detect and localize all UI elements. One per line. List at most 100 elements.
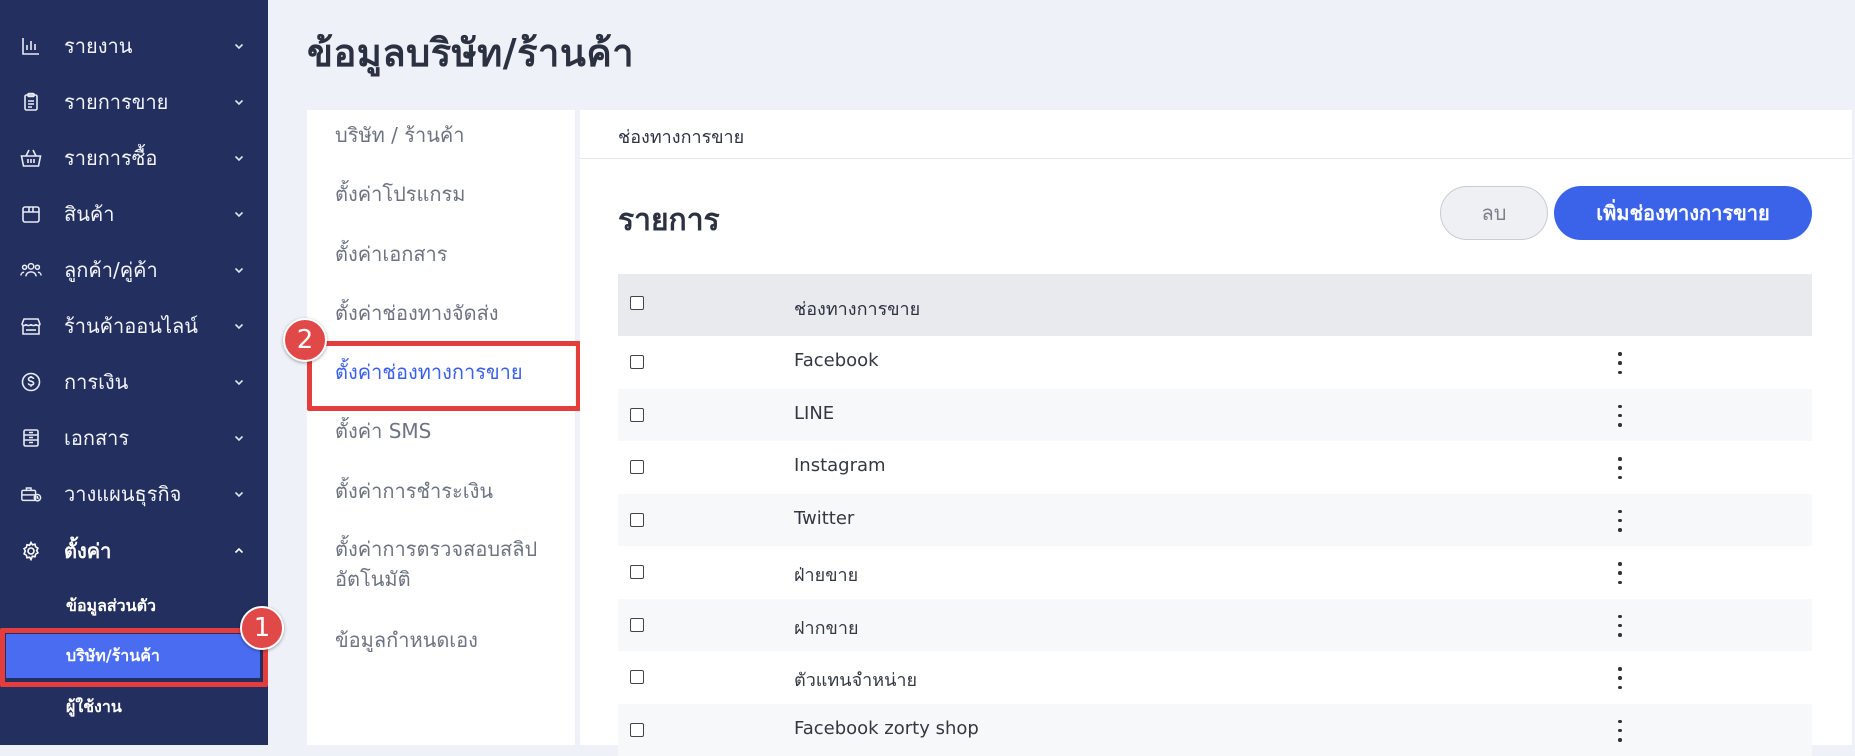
- table-row: Twitter: [618, 494, 1812, 547]
- sales-channel-panel: ช่องทางการขาย รายการ ลบ เพิ่มช่องทางการข…: [580, 110, 1852, 745]
- table-row: LINE: [618, 389, 1812, 442]
- row-checkbox[interactable]: [630, 565, 644, 579]
- table-row: Facebook zorty shop: [618, 704, 1812, 756]
- channel-name: ฝากขาย: [794, 613, 859, 642]
- more-options-icon[interactable]: [1614, 352, 1626, 374]
- list-title: รายการ: [618, 197, 720, 244]
- sidebar-item-finance[interactable]: การเงิน: [0, 354, 268, 410]
- table-header: ช่องทางการขาย: [618, 274, 1812, 336]
- channel-name: Facebook zorty shop: [794, 718, 979, 739]
- sidebar-item-label: รายการซื้อ: [64, 142, 157, 174]
- sidebar-item-label: เอกสาร: [64, 422, 129, 454]
- more-options-icon[interactable]: [1614, 667, 1626, 689]
- highlight-box-sales-channel: [307, 341, 581, 411]
- sidebar-item-customers[interactable]: ลูกค้า/คู่ค้า: [0, 242, 268, 298]
- more-options-icon[interactable]: [1614, 457, 1626, 479]
- sidebar-item-label: ร้านค้าออนไลน์: [64, 310, 198, 342]
- clipboard-icon: [20, 91, 42, 113]
- sidebar-subitem-label: ผู้ใช้งาน: [66, 695, 122, 720]
- panel-header: ช่องทางการขาย: [580, 110, 1852, 159]
- chevron-up-icon: [232, 544, 246, 558]
- chevron-down-icon: [232, 263, 246, 277]
- briefcase-icon: [20, 483, 42, 505]
- sidebar-item-label: ลูกค้า/คู่ค้า: [64, 254, 158, 286]
- dollar-icon: [20, 371, 42, 393]
- settings-item-sms[interactable]: ตั้งค่า SMS: [335, 416, 565, 446]
- settings-item-program[interactable]: ตั้งค่าโปรแกรม: [335, 179, 565, 209]
- sidebar-item-online-store[interactable]: ร้านค้าออนไลน์: [0, 298, 268, 354]
- panel-header-title: ช่องทางการขาย: [618, 122, 744, 151]
- chevron-down-icon: [232, 207, 246, 221]
- sidebar-item-label: สินค้า: [64, 198, 115, 230]
- table-row: ตัวแทนจำหน่าย: [618, 651, 1812, 704]
- chevron-down-icon: [232, 319, 246, 333]
- sidebar-item-settings[interactable]: ตั้งค่า: [0, 523, 268, 579]
- sidebar-item-label: รายการขาย: [64, 86, 168, 118]
- sidebar-item-label: การเงิน: [64, 366, 128, 398]
- chevron-down-icon: [232, 95, 246, 109]
- step-badge-1: 1: [240, 606, 284, 650]
- settings-item-payment[interactable]: ตั้งค่าการชำระเงิน: [335, 476, 565, 506]
- row-checkbox[interactable]: [630, 460, 644, 474]
- select-all-checkbox[interactable]: [630, 296, 644, 310]
- chevron-down-icon: [232, 487, 246, 501]
- sidebar-item-sales[interactable]: รายการขาย: [0, 74, 268, 130]
- more-options-icon[interactable]: [1614, 405, 1626, 427]
- channel-name: Facebook: [794, 350, 879, 371]
- add-sales-channel-button[interactable]: เพิ่มช่องทางการขาย: [1554, 186, 1812, 240]
- basket-icon: [20, 147, 42, 169]
- gear-icon: [20, 540, 42, 562]
- channel-name: Twitter: [794, 508, 854, 529]
- sidebar-item-documents[interactable]: เอกสาร: [0, 410, 268, 466]
- sidebar-item-label: วางแผนธุรกิจ: [64, 478, 181, 510]
- settings-item-documents[interactable]: ตั้งค่าเอกสาร: [335, 239, 565, 269]
- row-checkbox[interactable]: [630, 408, 644, 422]
- channel-name: Instagram: [794, 455, 886, 476]
- step-badge-2: 2: [283, 318, 327, 362]
- settings-item-shipping[interactable]: ตั้งค่าช่องทางจัดส่ง: [335, 298, 565, 328]
- chevron-down-icon: [232, 375, 246, 389]
- settings-item-slip-verification[interactable]: ตั้งค่าการตรวจสอบสลิปอัตโนมัติ: [335, 534, 565, 594]
- row-checkbox[interactable]: [630, 513, 644, 527]
- table-row: Facebook: [618, 336, 1812, 389]
- more-options-icon[interactable]: [1614, 562, 1626, 584]
- settings-item-custom-data[interactable]: ข้อมูลกำหนดเอง: [335, 625, 565, 655]
- channel-name: LINE: [794, 403, 834, 424]
- store-icon: [20, 315, 42, 337]
- highlight-box-company: [0, 628, 268, 687]
- page-title: ข้อมูลบริษัท/ร้านค้า: [307, 22, 634, 83]
- more-options-icon[interactable]: [1614, 615, 1626, 637]
- sales-channel-table: ช่องทางการขาย Facebook LINE Instagram Tw…: [618, 274, 1812, 756]
- table-row: ฝ่ายขาย: [618, 546, 1812, 599]
- chevron-down-icon: [232, 151, 246, 165]
- sidebar-item-reports[interactable]: รายงาน: [0, 18, 268, 74]
- channel-name: ฝ่ายขาย: [794, 560, 858, 589]
- channel-name: ตัวแทนจำหน่าย: [794, 665, 917, 694]
- sidebar-subitem-users[interactable]: ผู้ใช้งาน: [0, 684, 268, 730]
- delete-button[interactable]: ลบ: [1440, 186, 1548, 240]
- sidebar-item-purchases[interactable]: รายการซื้อ: [0, 130, 268, 186]
- sidebar-item-label: รายงาน: [64, 30, 132, 62]
- bar-chart-icon: [20, 35, 42, 57]
- table-row: ฝากขาย: [618, 599, 1812, 652]
- document-icon: [20, 427, 42, 449]
- settings-item-company[interactable]: บริษัท / ร้านค้า: [335, 120, 565, 150]
- row-checkbox[interactable]: [630, 670, 644, 684]
- row-checkbox[interactable]: [630, 355, 644, 369]
- table-row: Instagram: [618, 441, 1812, 494]
- sidebar-item-label: ตั้งค่า: [64, 535, 111, 567]
- sidebar-item-business-plan[interactable]: วางแผนธุรกิจ: [0, 466, 268, 522]
- chevron-down-icon: [232, 431, 246, 445]
- users-icon: [20, 259, 42, 281]
- sidebar-subitem-personal-info[interactable]: ข้อมูลส่วนตัว: [0, 583, 268, 629]
- box-icon: [20, 203, 42, 225]
- sidebar-item-products[interactable]: สินค้า: [0, 186, 268, 242]
- row-checkbox[interactable]: [630, 618, 644, 632]
- column-header-channel: ช่องทางการขาย: [794, 294, 920, 323]
- chevron-down-icon: [232, 39, 246, 53]
- settings-menu: บริษัท / ร้านค้า ตั้งค่าโปรแกรม ตั้งค่าเ…: [307, 110, 575, 745]
- more-options-icon[interactable]: [1614, 720, 1626, 742]
- sidebar-subitem-label: ข้อมูลส่วนตัว: [66, 594, 156, 619]
- row-checkbox[interactable]: [630, 723, 644, 737]
- more-options-icon[interactable]: [1614, 510, 1626, 532]
